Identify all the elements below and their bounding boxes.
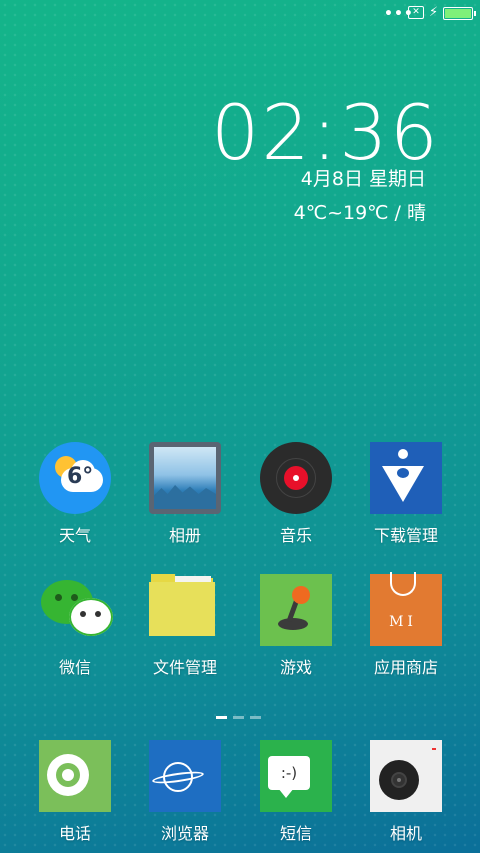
app-wechat[interactable]: 微信 xyxy=(20,574,130,678)
camera-icon xyxy=(370,740,442,812)
app-game[interactable]: 游戏 xyxy=(241,574,351,678)
weather-icon: 6° xyxy=(39,442,111,514)
dock-sms[interactable]: :-) 短信 xyxy=(241,740,351,844)
app-label: 浏览器 xyxy=(160,824,209,843)
dock-camera[interactable]: 相机 xyxy=(351,740,461,844)
page-dot-2 xyxy=(233,716,244,719)
dock-phone[interactable]: 电话 xyxy=(20,740,130,844)
no-sim-icon: ✕ xyxy=(408,6,424,19)
charging-bolt-icon: ⚡ xyxy=(429,5,439,20)
status-bar: ••• ✕ ⚡ xyxy=(0,0,480,26)
weather-icon-temp: 6° xyxy=(67,464,94,489)
game-icon xyxy=(260,574,332,646)
wechat-icon xyxy=(39,574,113,646)
clock-date[interactable]: 4月8日 星期日 xyxy=(301,164,426,191)
app-label: 音乐 xyxy=(279,526,312,545)
app-label: 应用商店 xyxy=(373,658,438,677)
download-manager-icon xyxy=(370,442,442,514)
app-gallery[interactable]: 相册 xyxy=(130,442,240,546)
app-store-badge: MI xyxy=(389,614,417,630)
sms-icon-glyph: :-) xyxy=(268,756,310,790)
app-music[interactable]: 音乐 xyxy=(241,442,351,546)
app-label: 相册 xyxy=(168,526,201,545)
app-label: 相机 xyxy=(389,824,422,843)
gallery-icon xyxy=(149,442,221,514)
app-download-manager[interactable]: 下载管理 xyxy=(351,442,461,546)
sms-icon: :-) xyxy=(260,740,332,812)
battery-icon xyxy=(443,7,476,20)
page-dot-1 xyxy=(216,716,227,719)
app-label: 微信 xyxy=(58,658,91,677)
page-indicator xyxy=(216,704,267,723)
app-label: 电话 xyxy=(58,824,91,843)
app-label: 游戏 xyxy=(279,658,312,677)
phone-icon xyxy=(39,740,111,812)
music-icon xyxy=(260,442,332,514)
app-label: 短信 xyxy=(279,824,312,843)
dock-browser[interactable]: 浏览器 xyxy=(130,740,240,844)
app-file-manager[interactable]: 文件管理 xyxy=(130,574,240,678)
app-label: 文件管理 xyxy=(152,658,217,677)
app-store[interactable]: MI 应用商店 xyxy=(351,572,461,678)
file-manager-icon xyxy=(149,574,221,646)
app-weather[interactable]: 6° 天气 xyxy=(20,442,130,546)
app-store-icon: MI xyxy=(370,572,442,646)
app-label: 下载管理 xyxy=(373,526,438,545)
page-dot-3 xyxy=(250,716,261,719)
app-label: 天气 xyxy=(58,526,91,545)
browser-icon xyxy=(149,740,221,812)
weather-summary[interactable]: 4℃~19℃ / 晴 xyxy=(294,198,426,225)
